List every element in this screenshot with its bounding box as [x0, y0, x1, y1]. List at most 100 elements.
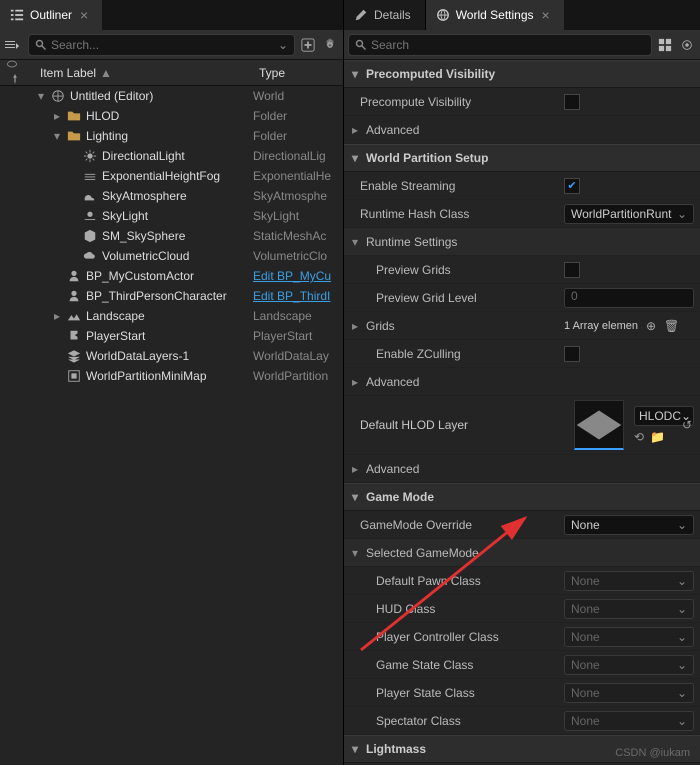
collapse-icon[interactable]: ▾	[350, 490, 360, 504]
properties-body[interactable]: ▾ Precomputed Visibility Precompute Visi…	[344, 60, 700, 765]
tab-outliner[interactable]: Outliner ×	[0, 0, 102, 30]
prop-advanced[interactable]: ▸ Advanced	[344, 455, 700, 483]
chevron-down-icon: ⌄	[677, 207, 687, 221]
use-selected-icon[interactable]: ⟲	[634, 430, 644, 444]
outliner-row[interactable]: PlayerStart PlayerStart	[0, 326, 343, 346]
clear-array-icon[interactable]: 🗑	[664, 319, 679, 333]
collapse-icon[interactable]: ▾	[350, 742, 360, 756]
tree-arrow-icon[interactable]: ▾	[52, 129, 62, 143]
precompute-visibility-checkbox[interactable]	[564, 94, 580, 110]
outliner-search-input[interactable]	[51, 38, 274, 52]
outliner-row[interactable]: SkyAtmosphere SkyAtmosphe	[0, 186, 343, 206]
playerstart-icon	[66, 328, 82, 344]
hud-class-dropdown[interactable]: None⌄	[564, 599, 694, 619]
outliner-row[interactable]: SkyLight SkyLight	[0, 206, 343, 226]
outliner-row[interactable]: DirectionalLight DirectionalLig	[0, 146, 343, 166]
outliner-row[interactable]: WorldPartitionMiniMap WorldPartition	[0, 366, 343, 386]
outliner-row[interactable]: SM_SkySphere StaticMeshAc	[0, 226, 343, 246]
spectator-dropdown[interactable]: None⌄	[564, 711, 694, 731]
section-precomputed-visibility[interactable]: ▾ Precomputed Visibility	[344, 60, 700, 88]
preview-grid-level-input[interactable]: 0	[564, 288, 694, 308]
pin-icon	[10, 74, 20, 84]
pencil-icon	[354, 8, 368, 22]
game-state-dropdown[interactable]: None⌄	[564, 655, 694, 675]
outliner-search[interactable]: ⌄	[28, 34, 295, 56]
player-state-dropdown[interactable]: None⌄	[564, 683, 694, 703]
outliner-row[interactable]: VolumetricCloud VolumetricClo	[0, 246, 343, 266]
row-label: Lighting	[86, 129, 128, 143]
collapse-icon[interactable]: ▾	[350, 546, 360, 560]
expand-icon[interactable]: ▸	[350, 319, 360, 333]
search-chevron-icon[interactable]: ⌄	[278, 38, 288, 52]
settings-button[interactable]	[678, 36, 696, 54]
gear-icon	[323, 38, 337, 52]
expand-icon[interactable]: ▸	[350, 375, 360, 389]
tab-details[interactable]: Details	[344, 0, 426, 30]
runtime-hash-dropdown[interactable]: WorldPartitionRunt⌄	[564, 204, 694, 224]
outliner-row[interactable]: WorldDataLayers-1 WorldDataLay	[0, 346, 343, 366]
row-label: BP_ThirdPersonCharacter	[86, 289, 227, 303]
section-game-mode[interactable]: ▾ Game Mode	[344, 483, 700, 511]
column-type[interactable]: Type	[253, 66, 343, 80]
collapse-icon[interactable]: ▾	[350, 151, 360, 165]
prop-runtime-hash-class: Runtime Hash Class WorldPartitionRunt⌄	[344, 200, 700, 228]
world-settings-search[interactable]	[348, 34, 652, 56]
outliner-row[interactable]: ▾ Lighting Folder	[0, 126, 343, 146]
filter-icon	[4, 37, 20, 53]
outliner-row[interactable]: ▾ Untitled (Editor) World	[0, 86, 343, 106]
tree-arrow-icon[interactable]: ▸	[52, 109, 62, 123]
expand-icon[interactable]: ▸	[350, 462, 360, 476]
prop-selected-gamemode[interactable]: ▾ Selected GameMode	[344, 539, 700, 567]
row-label: ExponentialHeightFog	[102, 169, 220, 183]
row-label: BP_MyCustomActor	[86, 269, 194, 283]
enable-zculling-checkbox[interactable]	[564, 346, 580, 362]
tab-world-settings[interactable]: World Settings ×	[426, 0, 564, 30]
browse-icon[interactable]: 📁	[650, 430, 665, 444]
column-pin[interactable]	[0, 58, 34, 87]
expand-icon[interactable]: ▸	[350, 123, 360, 137]
light-icon	[82, 148, 98, 164]
world-settings-search-input[interactable]	[371, 38, 645, 52]
prop-advanced[interactable]: ▸ Advanced	[344, 368, 700, 396]
enable-streaming-checkbox[interactable]: ✔	[564, 178, 580, 194]
preview-grids-checkbox[interactable]	[564, 262, 580, 278]
prop-default-pawn-class: Default Pawn Class None⌄	[344, 567, 700, 595]
row-label: WorldDataLayers-1	[86, 349, 189, 363]
player-controller-dropdown[interactable]: None⌄	[564, 627, 694, 647]
edit-blueprint-link[interactable]: Edit BP_MyCu	[253, 269, 331, 283]
outliner-tab-icon	[10, 8, 24, 22]
prop-hud-class: HUD Class None⌄	[344, 595, 700, 623]
prop-advanced[interactable]: ▸ Advanced	[344, 116, 700, 144]
edit-blueprint-link[interactable]: Edit BP_ThirdI	[253, 289, 330, 303]
filter-dropdown[interactable]	[4, 37, 24, 53]
tree-arrow-icon[interactable]: ▾	[36, 89, 46, 103]
collapse-icon[interactable]: ▾	[350, 235, 360, 249]
gamemode-override-dropdown[interactable]: None⌄	[564, 515, 694, 535]
row-label: WorldPartitionMiniMap	[86, 369, 207, 383]
prop-preview-grids: Preview Grids	[344, 256, 700, 284]
outliner-row[interactable]: BP_MyCustomActor Edit BP_MyCu	[0, 266, 343, 286]
row-type: WorldPartition	[253, 369, 343, 383]
grid-icon	[658, 38, 672, 52]
section-world-partition[interactable]: ▾ World Partition Setup	[344, 144, 700, 172]
collapse-icon[interactable]: ▾	[350, 67, 360, 81]
outliner-row[interactable]: ExponentialHeightFog ExponentialHe	[0, 166, 343, 186]
row-type: Folder	[253, 109, 343, 123]
settings-button[interactable]	[321, 36, 339, 54]
add-button[interactable]	[299, 36, 317, 54]
add-array-icon[interactable]: ⊕	[646, 319, 656, 333]
tree-arrow-icon[interactable]: ▸	[52, 309, 62, 323]
reset-icon[interactable]: ↺	[682, 418, 692, 432]
prop-runtime-settings[interactable]: ▾ Runtime Settings	[344, 228, 700, 256]
close-icon[interactable]: ×	[80, 7, 88, 23]
prop-precompute-visibility: Precompute Visibility	[344, 88, 700, 116]
outliner-row[interactable]: ▸ HLOD Folder	[0, 106, 343, 126]
outliner-row[interactable]: ▸ Landscape Landscape	[0, 306, 343, 326]
hlod-thumbnail[interactable]	[574, 400, 624, 450]
column-label[interactable]: Item Label ▲	[34, 66, 253, 80]
close-icon[interactable]: ×	[542, 7, 550, 23]
row-label: SkyLight	[102, 209, 148, 223]
grid-view-button[interactable]	[656, 36, 674, 54]
outliner-row[interactable]: BP_ThirdPersonCharacter Edit BP_ThirdI	[0, 286, 343, 306]
default-pawn-dropdown[interactable]: None⌄	[564, 571, 694, 591]
